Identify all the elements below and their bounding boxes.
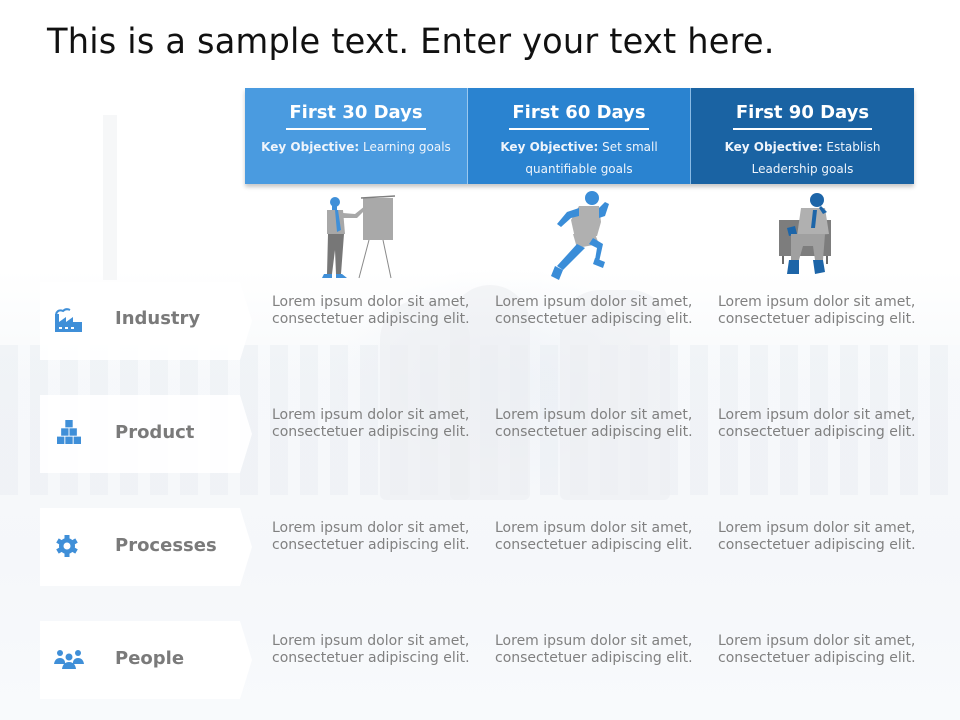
column-heading: First 90 Days xyxy=(732,102,873,130)
key-objective-label: Key Objective: xyxy=(261,140,360,154)
cell-people-60: Lorem ipsum dolor sit amet, consectetuer… xyxy=(495,633,693,666)
row-label-industry: Industry xyxy=(115,308,201,329)
cell-industry-60: Lorem ipsum dolor sit amet, consectetuer… xyxy=(495,294,693,327)
column-heading: First 60 Days xyxy=(509,102,649,130)
cell-product-30: Lorem ipsum dolor sit amet, consectetuer… xyxy=(272,407,470,440)
column-headers: First 30 Days Key Objective: Learning go… xyxy=(245,88,914,184)
key-objective-label: Key Objective: xyxy=(724,140,823,154)
key-objective-label: Key Objective: xyxy=(500,140,599,154)
gear-icon xyxy=(56,535,78,557)
key-objective-text: Learning goals xyxy=(363,140,451,154)
presenter-at-flipchart-illustration xyxy=(322,195,396,279)
cell-product-60: Lorem ipsum dolor sit amet, consectetuer… xyxy=(495,407,693,440)
cell-processes-90: Lorem ipsum dolor sit amet, consectetuer… xyxy=(718,520,916,553)
cell-product-90: Lorem ipsum dolor sit amet, consectetuer… xyxy=(718,407,916,440)
boxes-icon xyxy=(57,420,81,444)
cell-people-90: Lorem ipsum dolor sit amet, consectetuer… xyxy=(718,633,916,666)
cell-industry-90: Lorem ipsum dolor sit amet, consectetuer… xyxy=(718,294,916,327)
key-objective: Key Objective: Establish Leadership goal… xyxy=(691,136,914,180)
row-label-people: People xyxy=(115,648,185,669)
factory-icon xyxy=(55,308,82,332)
cell-processes-30: Lorem ipsum dolor sit amet, consectetuer… xyxy=(272,520,470,553)
seated-businessman-illustration xyxy=(779,193,831,274)
key-objective: Key Objective: Learning goals xyxy=(245,136,467,158)
running-man-illustration xyxy=(551,191,609,280)
column-heading: First 30 Days xyxy=(286,102,426,130)
people-icon xyxy=(54,650,84,669)
background-pillar xyxy=(103,115,117,280)
cell-industry-30: Lorem ipsum dolor sit amet, consectetuer… xyxy=(272,294,470,327)
page-title[interactable]: This is a sample text. Enter your text h… xyxy=(47,22,775,62)
key-objective: Key Objective: Set small quantifiable go… xyxy=(468,136,690,180)
column-header-60-days[interactable]: First 60 Days Key Objective: Set small q… xyxy=(468,88,691,184)
cell-processes-60: Lorem ipsum dolor sit amet, consectetuer… xyxy=(495,520,693,553)
column-header-30-days[interactable]: First 30 Days Key Objective: Learning go… xyxy=(245,88,468,184)
row-label-processes: Processes xyxy=(115,535,217,556)
row-label-product: Product xyxy=(115,422,195,443)
column-header-90-days[interactable]: First 90 Days Key Objective: Establish L… xyxy=(691,88,914,184)
cell-people-30: Lorem ipsum dolor sit amet, consectetuer… xyxy=(272,633,470,666)
